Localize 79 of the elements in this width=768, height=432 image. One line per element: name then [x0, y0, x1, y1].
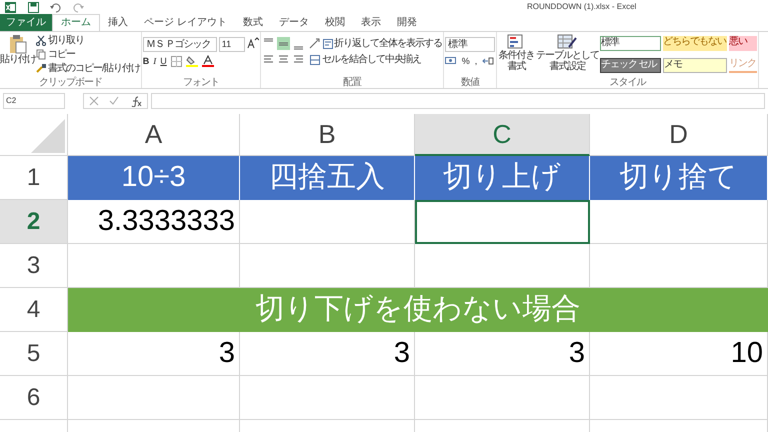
underline-button[interactable]: U: [160, 55, 167, 67]
function-icon[interactable]: [130, 96, 142, 106]
font-name-field[interactable]: ＭＳ Ｐゴシック: [142, 37, 217, 52]
table-brush-icon[interactable]: [557, 34, 578, 50]
column-header[interactable]: B: [240, 114, 415, 156]
group-label: 配置: [342, 77, 362, 88]
paste-button[interactable]: 貼り付け: [1, 34, 35, 77]
column-header[interactable]: A: [68, 114, 240, 156]
bold-button[interactable]: B: [142, 55, 150, 67]
scissors-icon[interactable]: [36, 35, 46, 46]
table-header-cell: 10÷3: [68, 156, 240, 200]
borders-icon[interactable]: [170, 56, 182, 66]
number-format-field[interactable]: 標準: [444, 37, 495, 52]
name-box[interactable]: C2: [3, 93, 65, 109]
row-header[interactable]: 5: [0, 332, 68, 376]
ribbon-tab[interactable]: 挿入: [100, 14, 136, 31]
grow-font-icon[interactable]: [246, 37, 259, 49]
name-box-value: C2: [6, 95, 16, 107]
group-label: スタイル: [608, 77, 647, 88]
font-size-field[interactable]: 11: [218, 37, 245, 52]
cell-value: 10: [590, 332, 768, 376]
ribbon-tab[interactable]: 校閲: [316, 14, 353, 31]
comma-button[interactable]: ,: [474, 55, 478, 67]
cell-value: 3: [415, 332, 590, 376]
cell-style-swatch[interactable]: どちらでもない: [662, 36, 727, 51]
currency-icon[interactable]: [444, 56, 457, 66]
formula-input-field[interactable]: [151, 93, 765, 109]
window-title: ROUNDDOWN (1).xlsx - Excel: [527, 1, 636, 13]
column-header[interactable]: D: [590, 114, 768, 156]
row-header[interactable]: 6: [0, 376, 68, 420]
ribbon-tab[interactable]: ページ レイアウト: [136, 14, 235, 31]
cell-style-swatch[interactable]: メモ: [662, 58, 727, 72]
save-icon[interactable]: [28, 2, 39, 12]
merge-icon[interactable]: [310, 54, 320, 64]
wrap-text-icon[interactable]: [322, 38, 333, 48]
group-label: 数値: [460, 77, 480, 88]
font-color-icon[interactable]: [202, 55, 214, 67]
ribbon-tab[interactable]: 表示: [352, 14, 389, 31]
check-icon[interactable]: [109, 96, 120, 106]
copy-button[interactable]: コピー: [36, 48, 140, 61]
table-header-cell: 切り上げ: [415, 156, 590, 200]
table-header-cell: 四捨五入: [240, 156, 415, 200]
excel-logo-icon[interactable]: [5, 2, 16, 12]
cell-style-swatch[interactable]: 悪い: [728, 36, 757, 51]
cell-value: 3: [240, 332, 415, 376]
row-header[interactable]: 3: [0, 244, 68, 288]
undo-icon[interactable]: [49, 2, 61, 12]
ribbon-tab[interactable]: データ: [270, 14, 317, 31]
row-header[interactable]: 2: [0, 200, 68, 244]
conditional-formatting-button[interactable]: 条件付き書式: [498, 34, 535, 77]
ribbon-tab[interactable]: ファイル: [0, 14, 52, 31]
row-header[interactable]: 4: [0, 288, 68, 332]
merged-cell: 切り下げを使わない場合: [68, 288, 768, 332]
cell-value: 3.3333333: [68, 200, 240, 244]
format-as-table-button[interactable]: テーブルとして書式設定: [536, 34, 599, 77]
format-painter-button[interactable]: 書式のコピー/貼り付け: [36, 62, 140, 75]
cell-style-swatch[interactable]: チェック セル: [600, 58, 661, 72]
wrap-text-button[interactable]: 折り返して全体を表示する: [322, 38, 442, 50]
ribbon-tab[interactable]: ホーム: [52, 14, 100, 31]
row-header[interactable]: 1: [0, 156, 68, 200]
italic-button[interactable]: I: [153, 55, 156, 67]
ribbon-tab[interactable]: 開発: [388, 14, 425, 31]
increase-decimal-icon[interactable]: [482, 56, 494, 66]
group-label: クリップボード: [38, 77, 103, 88]
cut-button[interactable]: 切り取り: [36, 34, 140, 47]
clipboard-icon[interactable]: [9, 34, 27, 54]
group-label: フォント: [182, 77, 220, 88]
table-grid-icon[interactable]: [507, 34, 526, 50]
cell-value: 3: [68, 332, 240, 376]
percent-button[interactable]: %: [462, 55, 470, 67]
cell-style-swatch[interactable]: 標準: [600, 36, 661, 51]
column-header[interactable]: C: [415, 114, 590, 156]
align-middle-icon[interactable]: [276, 37, 290, 50]
brush-icon[interactable]: [36, 63, 46, 74]
fill-color-icon[interactable]: [186, 55, 198, 67]
merge-center-button[interactable]: セルを結合して中央揃え: [310, 54, 421, 66]
table-header-cell: 切り捨て: [590, 156, 768, 200]
ribbon-tab[interactable]: 数式: [234, 14, 271, 31]
orientation-icon[interactable]: [308, 37, 321, 50]
